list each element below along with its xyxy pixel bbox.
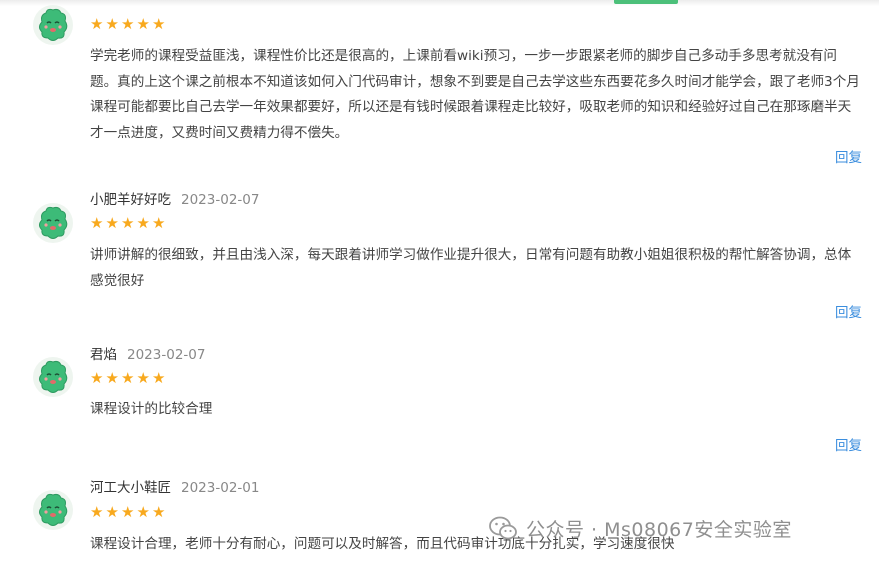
active-tab-indicator bbox=[614, 0, 678, 4]
reviewer-line: 河工大小鞋匠 2023-02-01 bbox=[90, 476, 259, 496]
star-icon: ★ bbox=[136, 15, 150, 33]
rating-stars: ★ ★ ★ ★ ★ bbox=[90, 16, 168, 32]
star-icon: ★ bbox=[105, 214, 119, 232]
user-avatar-icon[interactable] bbox=[33, 490, 73, 530]
star-icon: ★ bbox=[121, 15, 135, 33]
review-date: 2023-02-01 bbox=[181, 480, 260, 496]
review-date: 2023-02-07 bbox=[181, 192, 260, 208]
reviewer-name[interactable]: 河工大小鞋匠 bbox=[90, 480, 171, 496]
star-icon: ★ bbox=[105, 369, 119, 387]
user-avatar-icon[interactable] bbox=[33, 5, 73, 45]
wechat-icon bbox=[489, 516, 517, 540]
user-avatar-icon[interactable] bbox=[33, 357, 73, 397]
reply-link[interactable]: 回复 bbox=[835, 301, 862, 321]
star-icon: ★ bbox=[136, 503, 150, 521]
reply-link[interactable]: 回复 bbox=[835, 146, 862, 166]
star-icon: ★ bbox=[136, 214, 150, 232]
star-icon: ★ bbox=[136, 369, 150, 387]
watermark: 公众号 · Ms08067安全实验室 bbox=[488, 513, 792, 543]
rating-stars: ★ ★ ★ ★ ★ bbox=[90, 504, 168, 520]
reply-link[interactable]: 回复 bbox=[835, 434, 862, 454]
star-icon: ★ bbox=[90, 369, 104, 387]
star-icon: ★ bbox=[152, 15, 166, 33]
star-icon: ★ bbox=[105, 15, 119, 33]
review-content: 课程设计的比较合理 bbox=[90, 401, 213, 417]
reviewer-line: 君焰 2023-02-07 bbox=[90, 343, 205, 363]
reviewer-name[interactable]: 小肥羊好好吃 bbox=[90, 192, 171, 208]
star-icon: ★ bbox=[152, 369, 166, 387]
review-date: 2023-02-07 bbox=[127, 347, 206, 363]
top-shadow bbox=[0, 0, 879, 6]
star-icon: ★ bbox=[90, 503, 104, 521]
star-icon: ★ bbox=[121, 503, 135, 521]
rating-stars: ★ ★ ★ ★ ★ bbox=[90, 215, 168, 231]
reviewer-line: 小肥羊好好吃 2023-02-07 bbox=[90, 188, 259, 208]
watermark-text: 公众号 · Ms08067安全实验室 bbox=[526, 518, 792, 541]
reviewer-name[interactable]: 君焰 bbox=[90, 347, 117, 363]
star-icon: ★ bbox=[121, 214, 135, 232]
rating-stars: ★ ★ ★ ★ ★ bbox=[90, 370, 168, 386]
star-icon: ★ bbox=[90, 15, 104, 33]
star-icon: ★ bbox=[90, 214, 104, 232]
review-content: 学完老师的课程受益匪浅，课程性价比还是很高的，上课前看wiki预习，一步一步跟紧… bbox=[90, 48, 860, 141]
star-icon: ★ bbox=[152, 503, 166, 521]
review-content: 讲师讲解的很细致，并且由浅入深，每天跟着讲师学习做作业提升很大，日常有问题有助教… bbox=[90, 247, 852, 289]
user-avatar-icon[interactable] bbox=[33, 203, 73, 243]
star-icon: ★ bbox=[152, 214, 166, 232]
star-icon: ★ bbox=[121, 369, 135, 387]
star-icon: ★ bbox=[105, 503, 119, 521]
